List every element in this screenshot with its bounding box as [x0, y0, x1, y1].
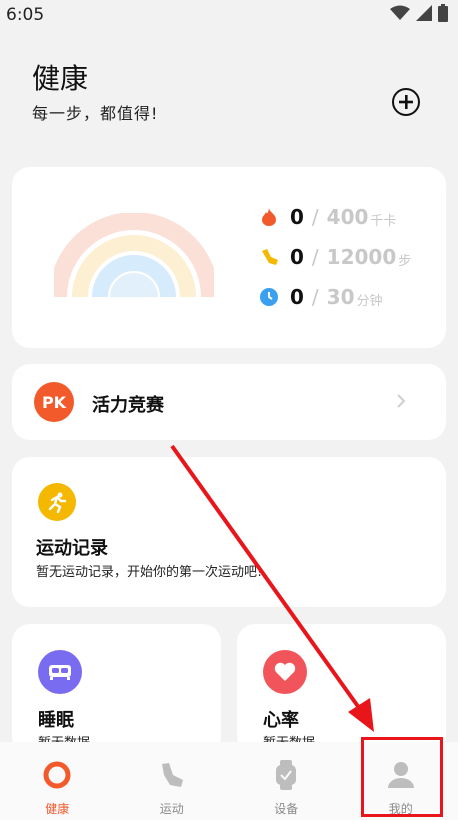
nav-item-workout[interactable]: 运动: [115, 742, 230, 820]
header: 健康 每一步，都值得!: [32, 62, 432, 132]
steps-stat: 0 / 12000 步: [260, 237, 411, 277]
calories-goal: 400: [326, 205, 369, 229]
workout-title: 运动记录: [36, 538, 108, 559]
calories-value: 0: [290, 205, 304, 229]
heart-rate-card[interactable]: 心率 暂无数据: [237, 624, 446, 754]
pk-label: 活力竞赛: [92, 395, 164, 416]
nav-label-workout: 运动: [159, 802, 184, 816]
watch-icon: [271, 760, 301, 790]
steps-unit: 步: [398, 253, 412, 269]
duration-unit: 分钟: [356, 293, 383, 309]
activity-stats: 0 / 400 千卡 0 / 12000 步 0 / 30 分钟: [260, 197, 411, 317]
bed-icon: [38, 650, 82, 694]
calories-stat: 0 / 400 千卡: [260, 197, 411, 237]
health-ring-icon: [42, 760, 72, 790]
steps-goal: 12000: [326, 245, 397, 269]
nav-item-devices[interactable]: 设备: [229, 742, 344, 820]
duration-goal: 30: [326, 285, 355, 309]
steps-value: 0: [290, 245, 304, 269]
plus-icon: [399, 95, 413, 109]
wifi-icon: [390, 5, 410, 25]
calories-separator: /: [311, 205, 319, 229]
workout-description: 暂无运动记录，开始你的第一次运动吧!: [36, 565, 263, 580]
sleep-card[interactable]: 睡眠 暂无数据: [12, 624, 221, 754]
sleep-title: 睡眠: [38, 710, 74, 731]
steps-separator: /: [311, 245, 319, 269]
clock-icon: [260, 288, 278, 306]
workout-record-card[interactable]: 运动记录 暂无运动记录，开始你的第一次运动吧!: [12, 457, 446, 607]
activity-summary-card[interactable]: 0 / 400 千卡 0 / 12000 步 0 / 30 分钟: [12, 167, 446, 348]
battery-icon: [438, 4, 448, 26]
chevron-right-icon: [397, 394, 406, 408]
duration-separator: /: [311, 285, 319, 309]
highlight-box: [361, 737, 443, 817]
nav-label-devices: 设备: [274, 802, 299, 816]
flame-icon: [260, 208, 278, 226]
running-icon: [38, 483, 76, 521]
activity-rings-graphic: [54, 213, 214, 297]
duration-stat: 0 / 30 分钟: [260, 277, 411, 317]
heart-rate-title: 心率: [263, 710, 299, 731]
page-subtitle: 每一步，都值得!: [32, 104, 159, 123]
add-button[interactable]: [392, 88, 420, 116]
page-title: 健康: [32, 62, 89, 95]
status-bar: 6:05: [0, 0, 458, 30]
shoe-icon: [157, 760, 187, 790]
pk-badge: PK: [34, 382, 74, 422]
calories-unit: 千卡: [370, 213, 397, 229]
pk-challenge-card[interactable]: PK 活力竞赛: [12, 364, 446, 440]
signal-icon: [416, 5, 432, 25]
heart-icon: [263, 650, 307, 694]
status-icons: [390, 4, 448, 26]
shoe-icon: [260, 248, 278, 266]
nav-label-health: 健康: [45, 802, 70, 816]
status-time: 6:05: [6, 5, 45, 25]
nav-item-health[interactable]: 健康: [0, 742, 115, 820]
duration-value: 0: [290, 285, 304, 309]
